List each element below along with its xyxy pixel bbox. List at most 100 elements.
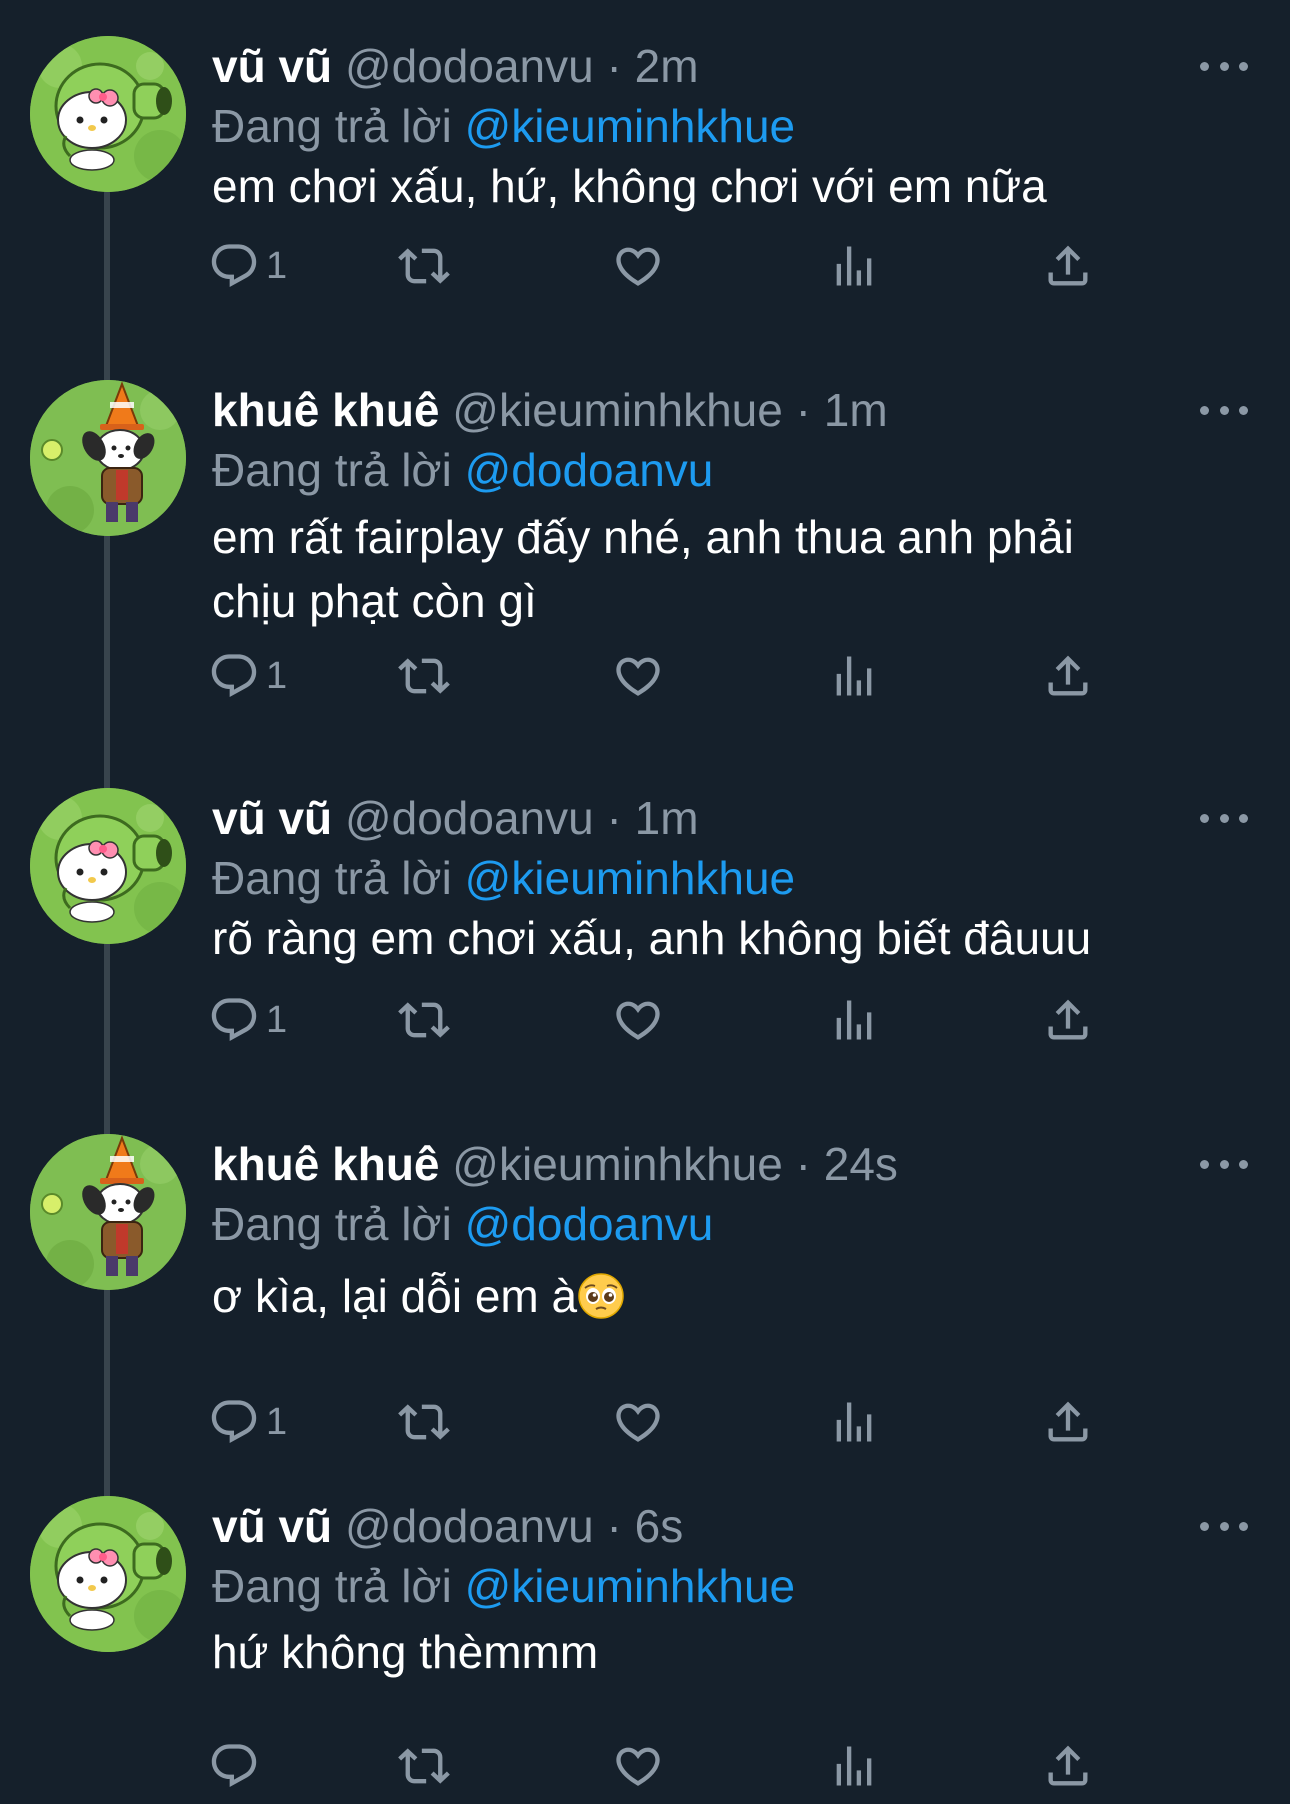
share-icon xyxy=(1042,1396,1094,1448)
separator-dot: · xyxy=(606,792,622,844)
pochacco-conehead-avatar-icon xyxy=(30,380,186,536)
tweet-text: ơ kìa, lại dỗi em à xyxy=(212,1264,1252,1328)
display-name[interactable]: vũ vũ xyxy=(212,40,332,92)
separator-dot: · xyxy=(795,1138,811,1190)
hello-kitty-peashooter-avatar-icon xyxy=(30,788,186,944)
reply-button[interactable]: 1 xyxy=(208,990,287,1050)
separator-dot: · xyxy=(606,1500,622,1552)
display-name[interactable]: vũ vũ xyxy=(212,1500,332,1552)
more-options-icon[interactable] xyxy=(1200,1510,1248,1542)
replying-to-handle[interactable]: @kieuminhkhue xyxy=(465,852,796,904)
views-button[interactable] xyxy=(828,1736,880,1796)
reply-count: 1 xyxy=(266,998,288,1041)
views-icon xyxy=(828,1396,880,1448)
replying-to-label: Đang trả lời xyxy=(212,444,452,496)
views-icon xyxy=(828,650,880,702)
avatar[interactable] xyxy=(30,1134,186,1290)
share-icon xyxy=(1042,650,1094,702)
replying-to-line: Đang trả lời @dodoanvu xyxy=(212,1194,713,1254)
reply-icon xyxy=(208,240,260,292)
pochacco-conehead-avatar-icon xyxy=(30,1134,186,1290)
views-button[interactable] xyxy=(828,990,880,1050)
user-handle[interactable]: @dodoanvu xyxy=(345,40,594,92)
reply-button[interactable]: 1 xyxy=(208,646,287,706)
replying-to-handle[interactable]: @kieuminhkhue xyxy=(465,1560,796,1612)
tweet-header: khuê khuê @kieuminhkhue · 24s xyxy=(212,1134,898,1194)
reply-button[interactable] xyxy=(208,1736,266,1796)
share-button[interactable] xyxy=(1042,646,1094,706)
tweet-text-line: chịu phạt còn gì xyxy=(212,575,537,627)
replying-to-handle[interactable]: @dodoanvu xyxy=(465,444,714,496)
more-options-icon[interactable] xyxy=(1200,50,1248,82)
hello-kitty-peashooter-avatar-icon xyxy=(30,1496,186,1652)
reply-icon xyxy=(208,650,260,702)
share-button[interactable] xyxy=(1042,1736,1094,1796)
replying-to-line: Đang trả lời @dodoanvu xyxy=(212,440,713,500)
timestamp[interactable]: 1m xyxy=(635,792,699,844)
like-icon xyxy=(612,1740,664,1792)
share-button[interactable] xyxy=(1042,1392,1094,1452)
tweet-text-line: em rất fairplay đấy nhé, anh thua anh ph… xyxy=(212,511,1074,563)
reply-button[interactable]: 1 xyxy=(208,236,287,296)
replying-to-line: Đang trả lời @kieuminhkhue xyxy=(212,848,795,908)
like-button[interactable] xyxy=(612,646,664,706)
tweet-text: hứ không thèmmm xyxy=(212,1626,599,1678)
tweet-text-content: ơ kìa, lại dỗi em à xyxy=(212,1270,578,1322)
views-button[interactable] xyxy=(828,646,880,706)
avatar[interactable] xyxy=(30,380,186,536)
retweet-button[interactable] xyxy=(398,236,450,296)
replying-to-handle[interactable]: @kieuminhkhue xyxy=(465,100,796,152)
more-options-icon[interactable] xyxy=(1200,394,1248,426)
like-icon xyxy=(612,1396,664,1448)
avatar[interactable] xyxy=(30,36,186,192)
user-handle[interactable]: @kieuminhkhue xyxy=(452,384,783,436)
hello-kitty-peashooter-avatar-icon xyxy=(30,36,186,192)
views-button[interactable] xyxy=(828,236,880,296)
tweet-actions xyxy=(212,1736,1272,1796)
replying-to-label: Đang trả lời xyxy=(212,1560,452,1612)
like-button[interactable] xyxy=(612,1736,664,1796)
share-button[interactable] xyxy=(1042,990,1094,1050)
retweet-button[interactable] xyxy=(398,1392,450,1452)
display-name[interactable]: khuê khuê xyxy=(212,384,440,436)
like-button[interactable] xyxy=(612,236,664,296)
like-button[interactable] xyxy=(612,990,664,1050)
views-icon xyxy=(828,1740,880,1792)
tweet-actions: 1 xyxy=(212,1392,1272,1452)
display-name[interactable]: vũ vũ xyxy=(212,792,332,844)
user-handle[interactable]: @kieuminhkhue xyxy=(452,1138,783,1190)
tweet-actions: 1 xyxy=(212,990,1272,1050)
tweet-text: rõ ràng em chơi xấu, anh không biết đâuu… xyxy=(212,912,1092,964)
reply-icon xyxy=(208,1740,260,1792)
replying-to-label: Đang trả lời xyxy=(212,852,452,904)
retweet-icon xyxy=(398,1396,450,1448)
reply-count: 1 xyxy=(266,244,288,287)
reply-count: 1 xyxy=(266,1400,288,1443)
retweet-icon xyxy=(398,994,450,1046)
retweet-button[interactable] xyxy=(398,1736,450,1796)
avatar[interactable] xyxy=(30,788,186,944)
timestamp[interactable]: 6s xyxy=(635,1500,684,1552)
reply-button[interactable]: 1 xyxy=(208,1392,287,1452)
timestamp[interactable]: 24s xyxy=(824,1138,898,1190)
tweet-header: vũ vũ @dodoanvu · 6s xyxy=(212,1496,683,1556)
reply-icon xyxy=(208,1396,260,1448)
share-icon xyxy=(1042,1740,1094,1792)
replying-to-handle[interactable]: @dodoanvu xyxy=(465,1198,714,1250)
retweet-button[interactable] xyxy=(398,990,450,1050)
avatar[interactable] xyxy=(30,1496,186,1652)
timestamp[interactable]: 2m xyxy=(635,40,699,92)
views-button[interactable] xyxy=(828,1392,880,1452)
share-button[interactable] xyxy=(1042,236,1094,296)
conversation-thread: vũ vũ @dodoanvu · 2m Đang trả lời @kieum… xyxy=(0,0,1290,1804)
display-name[interactable]: khuê khuê xyxy=(212,1138,440,1190)
retweet-button[interactable] xyxy=(398,646,450,706)
more-options-icon[interactable] xyxy=(1200,802,1248,834)
more-options-icon[interactable] xyxy=(1200,1148,1248,1180)
share-icon xyxy=(1042,994,1094,1046)
user-handle[interactable]: @dodoanvu xyxy=(345,792,594,844)
like-button[interactable] xyxy=(612,1392,664,1452)
timestamp[interactable]: 1m xyxy=(824,384,888,436)
replying-to-label: Đang trả lời xyxy=(212,100,452,152)
user-handle[interactable]: @dodoanvu xyxy=(345,1500,594,1552)
